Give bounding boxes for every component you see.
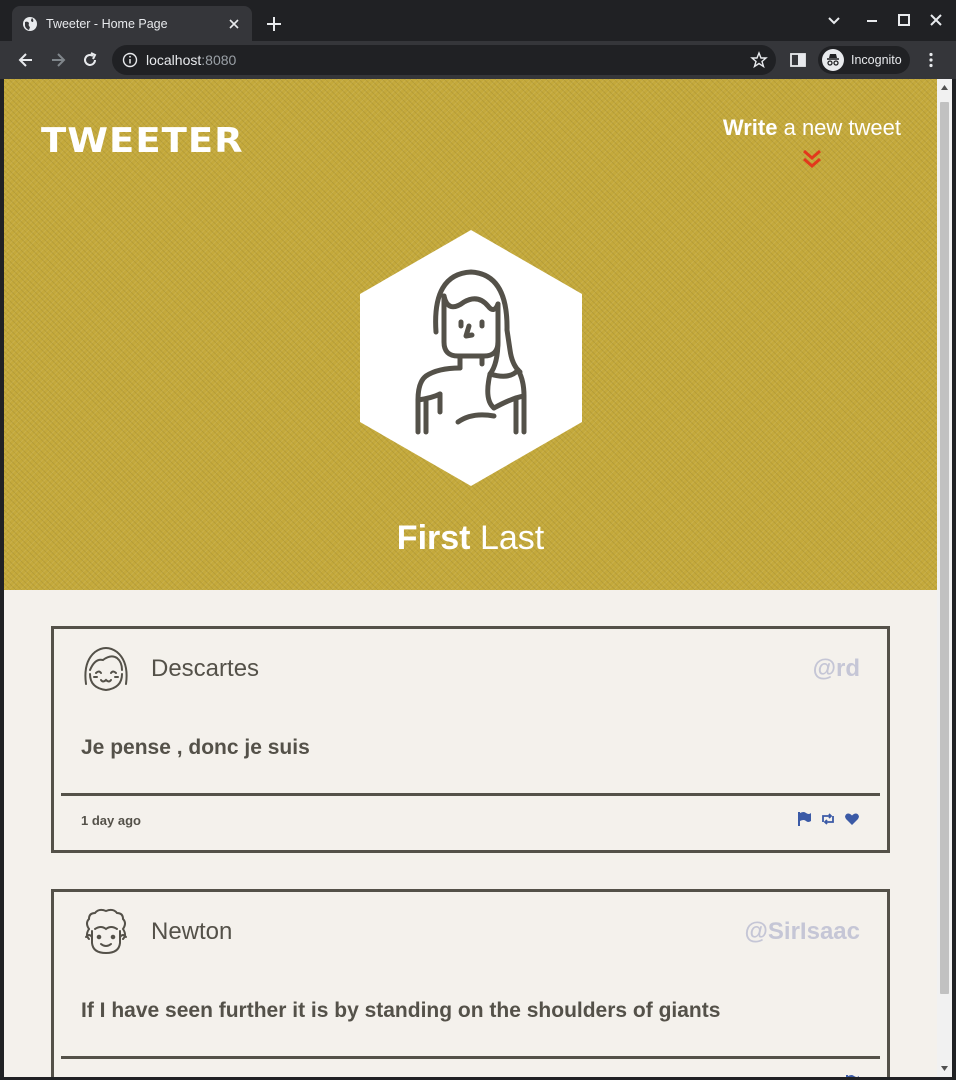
browser-menu-icon[interactable] bbox=[922, 51, 940, 69]
tweet-author-name: Descartes bbox=[151, 655, 260, 682]
profile-avatar bbox=[360, 230, 582, 486]
page-scrollbar[interactable] bbox=[937, 79, 952, 1077]
tweet-author-handle[interactable]: @rd bbox=[813, 655, 860, 683]
tab-strip: Tweeter - Home Page bbox=[0, 0, 956, 41]
tweet-card: Newton @SirIsaac If I have seen further … bbox=[51, 889, 890, 1077]
url-port: :8080 bbox=[201, 52, 237, 68]
compose-label-rest: a new tweet bbox=[777, 115, 901, 140]
scroll-down-arrow-icon[interactable] bbox=[940, 1064, 949, 1073]
side-panel-icon[interactable] bbox=[789, 51, 807, 69]
scroll-thumb[interactable] bbox=[940, 102, 949, 994]
tweet-author-name: Newton bbox=[151, 918, 233, 945]
incognito-indicator[interactable]: Incognito bbox=[818, 46, 910, 74]
tweet-divider bbox=[61, 1056, 880, 1059]
profile-name: First Last bbox=[4, 519, 937, 558]
tweet-card: Descartes @rd Je pense , donc je suis 1 … bbox=[51, 626, 890, 853]
bookmark-star-icon[interactable] bbox=[750, 51, 768, 69]
tweet-content: Je pense , donc je suis bbox=[81, 736, 310, 759]
incognito-icon bbox=[822, 49, 844, 71]
incognito-label: Incognito bbox=[851, 53, 902, 67]
flag-icon[interactable] bbox=[844, 1074, 860, 1077]
tweet-divider bbox=[61, 793, 880, 796]
tweet-author-handle[interactable]: @SirIsaac bbox=[745, 918, 860, 946]
profile-header: TWEETER Write a new tweet First Last bbox=[4, 79, 937, 590]
site-logo[interactable]: TWEETER bbox=[41, 121, 244, 161]
reload-icon[interactable] bbox=[80, 50, 100, 70]
compose-tweet-toggle[interactable]: Write a new tweet bbox=[723, 115, 901, 141]
browser-tab[interactable]: Tweeter - Home Page bbox=[12, 6, 252, 41]
scroll-up-arrow-icon[interactable] bbox=[940, 83, 949, 92]
url-text: localhost:8080 bbox=[146, 52, 236, 68]
close-window-icon[interactable] bbox=[926, 10, 946, 30]
compose-label-bold: Write bbox=[722, 115, 778, 140]
user-avatar bbox=[85, 908, 127, 955]
new-tab-icon[interactable] bbox=[264, 14, 284, 34]
tweet-timestamp: 1 day ago bbox=[81, 813, 141, 828]
close-tab-icon[interactable] bbox=[226, 16, 242, 32]
back-icon[interactable] bbox=[16, 50, 36, 70]
page-viewport: TWEETER Write a new tweet First Last Des… bbox=[4, 79, 937, 1077]
tab-search-icon[interactable] bbox=[824, 10, 844, 30]
minimize-icon[interactable] bbox=[862, 10, 882, 30]
user-avatar bbox=[84, 647, 128, 692]
tweet-content: If I have seen further it is by standing… bbox=[81, 999, 721, 1022]
maximize-icon[interactable] bbox=[894, 10, 914, 30]
forward-icon[interactable] bbox=[48, 50, 68, 70]
browser-toolbar: localhost:8080 Incognito bbox=[0, 41, 956, 79]
profile-first-name: First bbox=[396, 519, 471, 557]
tweet-actions bbox=[844, 1074, 860, 1077]
flag-icon[interactable] bbox=[796, 811, 812, 827]
profile-last-name: Last bbox=[479, 519, 545, 557]
heart-icon[interactable] bbox=[844, 811, 860, 827]
site-info-icon[interactable] bbox=[122, 52, 138, 68]
double-chevron-down-icon[interactable] bbox=[801, 149, 823, 169]
tab-title: Tweeter - Home Page bbox=[46, 16, 168, 31]
url-host: localhost bbox=[146, 52, 202, 68]
retweet-icon[interactable] bbox=[820, 811, 836, 827]
address-bar[interactable]: localhost:8080 bbox=[112, 45, 776, 75]
tweet-actions bbox=[796, 811, 860, 827]
globe-icon bbox=[23, 16, 37, 31]
